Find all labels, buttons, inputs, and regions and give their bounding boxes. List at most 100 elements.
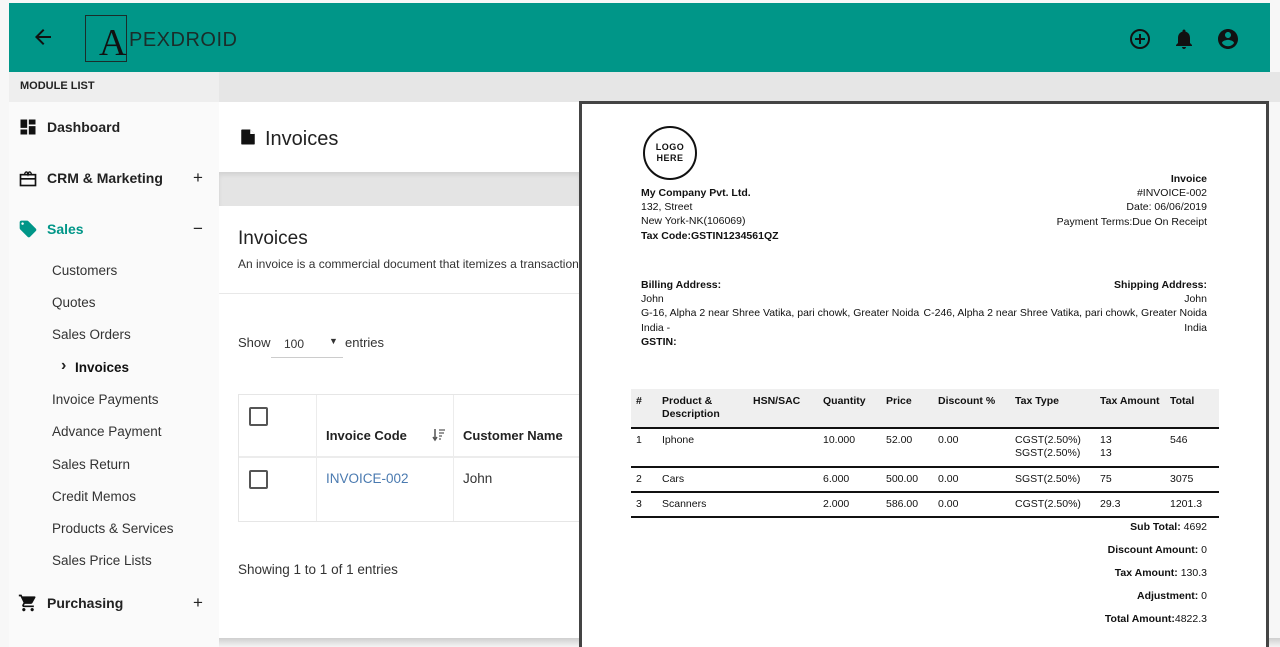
item-total: 546 <box>1165 428 1219 468</box>
row-checkbox[interactable] <box>249 470 268 489</box>
item-price: 52.00 <box>881 428 933 468</box>
card-title: Invoices <box>238 228 308 249</box>
item-hsn <box>748 467 818 493</box>
item-no: 1 <box>631 428 657 468</box>
sidebar-subitem-quotes[interactable]: Quotes <box>52 295 96 310</box>
invoice-preview: LOGO HERE My Company Pvt. Ltd. 132, Stre… <box>579 101 1269 647</box>
toolbar-band <box>219 172 580 206</box>
chevron-right-icon: › <box>61 357 67 374</box>
col-tax-type: Tax Type <box>1010 389 1095 429</box>
sidebar-subitem-invoice-payments[interactable]: Invoice Payments <box>52 392 159 407</box>
item-product: Scanners <box>657 492 748 518</box>
entries-per-page-select[interactable]: 100 ▼ <box>271 328 343 358</box>
shipping-address: Shipping Address: John C-246, Alpha 2 ne… <box>924 278 1207 335</box>
account-circle-icon[interactable] <box>1216 27 1240 51</box>
item-row: 1 Iphone 10.000 52.00 0.00 CGST(2.50%) SG… <box>631 428 1219 468</box>
company-city: New York-NK(106069) <box>641 215 746 228</box>
bell-icon[interactable] <box>1172 27 1196 51</box>
add-circle-icon[interactable] <box>1128 27 1152 51</box>
select-all-checkbox[interactable] <box>249 407 268 426</box>
shipping-name: John <box>1184 293 1207 306</box>
invoices-table: Invoice Code Customer Name INVOICE-002 J… <box>238 394 581 522</box>
discount-value: 0 <box>1201 544 1207 556</box>
column-header-invoice-code[interactable]: Invoice Code <box>326 428 407 443</box>
sidebar-subitem-customers[interactable]: Customers <box>52 263 117 278</box>
shipping-address-line: C-246, Alpha 2 near Shree Vatika, pari c… <box>923 307 1207 320</box>
sidebar-subitem-sales-price-lists[interactable]: Sales Price Lists <box>52 553 152 568</box>
back-arrow-icon[interactable] <box>31 25 55 49</box>
sidebar-item-sales[interactable]: Sales − <box>9 214 219 244</box>
sort-descending-icon[interactable] <box>432 428 446 442</box>
item-total: 3075 <box>1165 467 1219 493</box>
invoice-items-table: # Product & Description HSN/SAC Quantity… <box>631 389 1219 518</box>
top-actions <box>1128 27 1240 51</box>
item-tax-amount: 75 <box>1095 467 1165 493</box>
collapse-toggle[interactable]: − <box>193 219 203 239</box>
sidebar: MODULE LIST Dashboard CRM & Marketing + … <box>9 72 219 647</box>
sidebar-subitem-invoices[interactable]: Invoices <box>75 360 129 375</box>
col-number: # <box>631 389 657 429</box>
adjustment-value: 0 <box>1201 590 1207 602</box>
sidebar-subitem-credit-memos[interactable]: Credit Memos <box>52 489 136 504</box>
item-tax-type: CGST(2.50%) <box>1010 492 1095 518</box>
tax-type-line: SGST(2.50%) <box>1015 447 1081 459</box>
col-price: Price <box>881 389 933 429</box>
cart-icon <box>18 594 36 612</box>
entries-label: entries <box>345 335 385 350</box>
sidebar-subitem-sales-return[interactable]: Sales Return <box>52 457 130 472</box>
adjustment-row: Adjustment: 0 <box>1105 590 1207 613</box>
sidebar-item-crm-marketing[interactable]: CRM & Marketing + <box>9 163 219 193</box>
item-tax-amount: 13 13 <box>1095 428 1165 468</box>
app-logo[interactable]: A PEXDROID <box>85 15 237 64</box>
item-qty: 6.000 <box>818 467 881 493</box>
logo-letter: A <box>99 22 127 64</box>
show-label: Show <box>238 335 271 350</box>
module-list-heading: MODULE LIST <box>9 72 219 102</box>
total-row: Total Amount:4822.3 <box>1105 613 1207 636</box>
invoice-code-link[interactable]: INVOICE-002 <box>326 471 409 486</box>
item-discount: 0.00 <box>933 492 1010 518</box>
sidebar-subitem-advance-payment[interactable]: Advance Payment <box>52 424 162 439</box>
shipping-country: India <box>1184 321 1207 334</box>
sidebar-item-dashboard[interactable]: Dashboard <box>9 112 219 142</box>
divider <box>219 293 580 294</box>
column-divider <box>453 395 454 521</box>
caret-down-icon: ▼ <box>329 336 338 346</box>
invoices-card: Invoices An invoice is a commercial docu… <box>219 206 581 638</box>
sidebar-item-purchasing[interactable]: Purchasing + <box>9 588 219 618</box>
item-qty: 2.000 <box>818 492 881 518</box>
sidebar-item-label: CRM & Marketing <box>47 170 163 186</box>
page-title: Invoices <box>265 128 339 150</box>
item-no: 3 <box>631 492 657 518</box>
item-product: Iphone <box>657 428 748 468</box>
invoice-title: Invoice <box>1170 173 1207 185</box>
customer-name-cell: John <box>463 471 493 486</box>
item-price: 500.00 <box>881 467 933 493</box>
sidebar-item-label: Purchasing <box>47 595 124 611</box>
pagination-info: Showing 1 to 1 of 1 entries <box>238 562 398 577</box>
item-hsn <box>748 492 818 518</box>
company-street: 132, Street <box>641 201 693 214</box>
billing-name: John <box>641 293 664 306</box>
expand-toggle[interactable]: + <box>193 168 203 188</box>
document-icon <box>241 129 255 145</box>
item-discount: 0.00 <box>933 428 1010 468</box>
column-header-customer-name[interactable]: Customer Name <box>463 428 563 443</box>
total-value: 4822.3 <box>1174 613 1207 625</box>
invoice-totals: Sub Total: 4692 Discount Amount: 0 Tax A… <box>1105 521 1207 636</box>
dashboard-icon <box>20 119 36 135</box>
item-total: 1201.3 <box>1165 492 1219 518</box>
company-info: My Company Pvt. Ltd. 132, Street New Yor… <box>641 186 779 243</box>
item-hsn <box>748 428 818 468</box>
sidebar-subitem-sales-orders[interactable]: Sales Orders <box>52 327 131 342</box>
item-row: 3 Scanners 2.000 586.00 0.00 CGST(2.50%)… <box>631 492 1219 518</box>
shipping-label: Shipping Address: <box>1114 279 1207 291</box>
invoice-meta: Invoice #INVOICE-002 Date: 06/06/2019 Pa… <box>1057 172 1207 229</box>
sidebar-subitem-products-services[interactable]: Products & Services <box>52 521 174 536</box>
tax-label: Tax Amount: <box>1114 567 1178 579</box>
adjustment-label: Adjustment: <box>1136 590 1199 602</box>
expand-toggle[interactable]: + <box>193 593 203 613</box>
sidebar-item-label: Sales <box>47 221 84 237</box>
invoice-date: Date: 06/06/2019 <box>1126 201 1207 214</box>
tax-value: 130.3 <box>1180 567 1207 579</box>
